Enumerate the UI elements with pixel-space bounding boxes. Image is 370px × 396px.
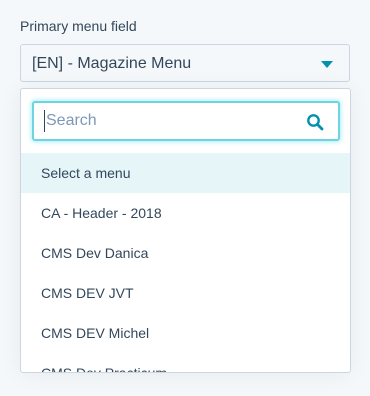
search-icon[interactable]	[306, 113, 324, 131]
menu-option-ca-header-2018[interactable]: CA - Header - 2018	[21, 193, 350, 233]
chevron-down-icon[interactable]	[321, 61, 333, 68]
menu-dropdown-panel: Select a menu CA - Header - 2018 CMS Dev…	[20, 88, 351, 373]
menu-option-cms-dev-michel[interactable]: CMS DEV Michel	[21, 313, 350, 353]
menu-options-list: Select a menu CA - Header - 2018 CMS Dev…	[21, 153, 350, 372]
search-field[interactable]	[32, 101, 340, 141]
menu-option-cms-dev-danica[interactable]: CMS Dev Danica	[21, 233, 350, 273]
menu-option-cms-dev-practicum[interactable]: CMS Dev Practicum	[21, 353, 350, 372]
menu-option-select-a-menu[interactable]: Select a menu	[21, 153, 350, 193]
primary-menu-select[interactable]: [EN] - Magazine Menu	[20, 44, 350, 82]
primary-menu-field-label: Primary menu field	[20, 18, 137, 34]
menu-option-cms-dev-jvt[interactable]: CMS DEV JVT	[21, 273, 350, 313]
search-input[interactable]	[44, 110, 296, 132]
selected-menu-value: [EN] - Magazine Menu	[32, 55, 192, 72]
